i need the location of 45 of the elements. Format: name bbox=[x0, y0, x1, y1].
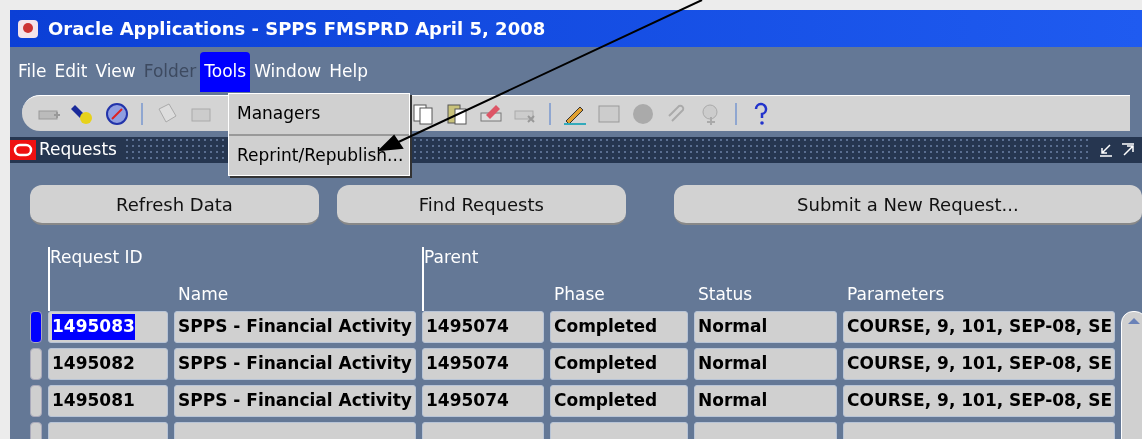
table-cell[interactable]: Normal bbox=[694, 311, 837, 343]
scrollbar[interactable] bbox=[1121, 311, 1142, 439]
table-cell[interactable]: SPPS - Financial Activity bbox=[174, 311, 416, 343]
menu-option[interactable]: Reprint/Republish... bbox=[229, 135, 409, 175]
oracle-icon bbox=[10, 140, 36, 160]
column-header: Request ID bbox=[50, 246, 143, 269]
row-indicator[interactable] bbox=[30, 348, 42, 380]
row-indicator[interactable] bbox=[30, 311, 42, 343]
minimize-icon[interactable] bbox=[1098, 142, 1114, 158]
action-button[interactable]: Find Requests bbox=[336, 185, 626, 225]
column-header: Status bbox=[697, 282, 754, 306]
table-cell[interactable]: COURSE, 9, 101, SEP-08, SE bbox=[843, 385, 1115, 417]
column-header: Phase bbox=[553, 282, 606, 306]
table-cell[interactable]: 1495074 bbox=[422, 348, 544, 380]
menu-item[interactable]: View bbox=[91, 52, 140, 92]
window-title: Oracle Applications - SPPS FMSPRD April 5, 2008 bbox=[48, 17, 546, 41]
menu-item[interactable]: Help bbox=[325, 52, 372, 92]
row-indicator[interactable] bbox=[30, 385, 42, 417]
table-cell[interactable]: SPPS - Financial Activity bbox=[174, 385, 416, 417]
column-header: Parent bbox=[424, 246, 479, 269]
table-cell[interactable]: Completed bbox=[550, 385, 688, 417]
table-cell[interactable]: Completed bbox=[550, 348, 688, 380]
form-title: Requests bbox=[39, 138, 117, 162]
table-cell[interactable]: COURSE, 9, 101, SEP-08, SE bbox=[843, 311, 1115, 343]
table-cell[interactable]: Normal bbox=[694, 348, 837, 380]
menu-item[interactable]: Tools bbox=[200, 52, 251, 92]
menu-item[interactable]: Edit bbox=[50, 52, 92, 92]
table-cell[interactable]: 1495083 bbox=[48, 311, 168, 343]
menu-item[interactable]: Window bbox=[250, 52, 326, 92]
menu-option[interactable]: Managers bbox=[229, 94, 409, 134]
maximize-icon[interactable] bbox=[1120, 142, 1136, 158]
action-button[interactable]: Refresh Data bbox=[30, 185, 319, 225]
table-cell[interactable]: COURSE, 9, 101, SEP-08, SE bbox=[843, 348, 1115, 380]
menu-item[interactable]: File bbox=[14, 52, 51, 92]
table-cell[interactable]: Completed bbox=[550, 311, 688, 343]
column-header: Name bbox=[177, 282, 230, 306]
table-cell[interactable]: Normal bbox=[694, 385, 837, 417]
table-cell[interactable]: 1495074 bbox=[422, 385, 544, 417]
action-button[interactable]: Submit a New Request... bbox=[673, 185, 1142, 225]
table-cell[interactable]: 1495082 bbox=[48, 348, 168, 380]
column-header: Parameters bbox=[846, 282, 946, 306]
table-cell[interactable]: SPPS - Financial Activity bbox=[174, 348, 416, 380]
table-cell[interactable]: 1495074 bbox=[422, 311, 544, 343]
scroll-up-icon[interactable] bbox=[1127, 316, 1141, 326]
table-cell[interactable]: 1495081 bbox=[48, 385, 168, 417]
